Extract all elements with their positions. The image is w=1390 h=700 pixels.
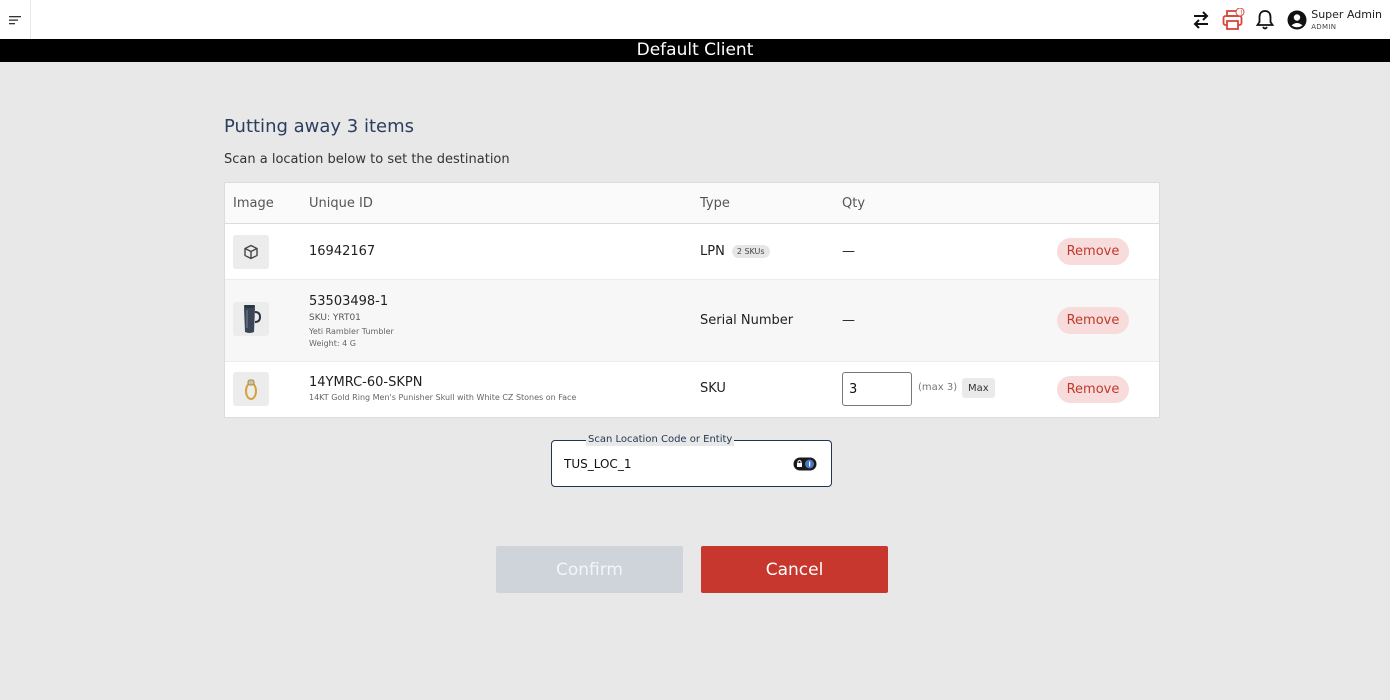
type-cell: SKU [700, 381, 726, 396]
printer-button[interactable]: ! [1221, 7, 1245, 32]
password-manager-icon[interactable] [793, 456, 817, 472]
table-row: 14YMRC-60-SKPN 14KT Gold Ring Men's Puni… [225, 362, 1159, 417]
page-title: Putting away 3 items [224, 116, 414, 137]
scan-location-label: Scan Location Code or Entity [586, 434, 735, 446]
column-header-type: Type [700, 196, 730, 211]
qty-value: — [842, 313, 855, 328]
printer-alert-badge: ! [1239, 8, 1243, 17]
type-label: SKU [700, 381, 726, 396]
scan-location-field[interactable]: Scan Location Code or Entity [551, 434, 832, 487]
item-sku: SKU: YRT01 [309, 313, 361, 323]
user-role: ADMIN [1311, 22, 1337, 31]
qty-input[interactable] [842, 372, 912, 406]
menu-icon [9, 15, 21, 24]
qty-max-note: (max 3) [918, 382, 958, 393]
user-info: Super Admin ADMIN [1311, 9, 1382, 31]
remove-button[interactable]: Remove [1057, 307, 1129, 334]
notifications-button[interactable] [1253, 8, 1277, 32]
box-icon [244, 244, 258, 260]
table-header: Image Unique ID Type Qty [225, 183, 1159, 224]
type-cell: Serial Number [700, 313, 793, 328]
menu-button[interactable] [0, 0, 31, 39]
remove-button[interactable]: Remove [1057, 238, 1129, 265]
switch-button[interactable] [1189, 8, 1213, 32]
type-cell: LPN 2 SKUs [700, 244, 770, 259]
gold-ring-image [245, 379, 257, 400]
bell-icon [1256, 9, 1275, 29]
account-circle-icon [1287, 10, 1307, 29]
type-label: LPN [700, 244, 725, 259]
table-row: 16942167 LPN 2 SKUs — Remove [225, 224, 1159, 280]
user-name: Super Admin [1311, 7, 1382, 21]
item-description: Yeti Rambler Tumbler [309, 327, 394, 336]
password-manager-icon-graphic [793, 457, 817, 471]
item-thumbnail [233, 302, 269, 336]
unique-id: 16942167 [309, 244, 376, 259]
column-header-qty: Qty [842, 196, 866, 211]
item-thumbnail [233, 235, 269, 269]
swap-arrows-icon [1193, 10, 1209, 29]
tumbler-image [244, 305, 262, 333]
column-header-image: Image [233, 196, 274, 211]
sku-count-badge: 2 SKUs [731, 245, 770, 258]
top-bar: ! Super Admin ADMIN [0, 0, 1390, 39]
unique-id: 14YMRC-60-SKPN [309, 375, 423, 390]
putaway-items-table: Image Unique ID Type Qty 16942167 LPN 2 … [224, 182, 1160, 418]
client-bar: Default Client [0, 39, 1390, 62]
scan-location-input[interactable] [564, 454, 784, 474]
user-menu[interactable]: Super Admin ADMIN [1287, 9, 1382, 31]
column-header-unique-id: Unique ID [309, 196, 373, 211]
header-actions: ! Super Admin ADMIN [1181, 0, 1382, 39]
item-thumbnail [233, 372, 269, 406]
qty-value: — [842, 244, 855, 259]
unique-id: 53503498-1 [309, 294, 389, 309]
item-description: 14KT Gold Ring Men's Punisher Skull with… [309, 393, 577, 402]
table-row: 53503498-1 SKU: YRT01 Yeti Rambler Tumbl… [225, 280, 1159, 362]
item-weight: Weight: 4 G [309, 339, 356, 348]
cancel-button[interactable]: Cancel [701, 546, 888, 593]
type-label: Serial Number [700, 313, 794, 328]
remove-button[interactable]: Remove [1057, 376, 1129, 403]
confirm-button[interactable]: Confirm [496, 546, 683, 593]
max-qty-button[interactable]: Max [962, 378, 995, 398]
page-subtitle: Scan a location below to set the destina… [224, 152, 510, 167]
